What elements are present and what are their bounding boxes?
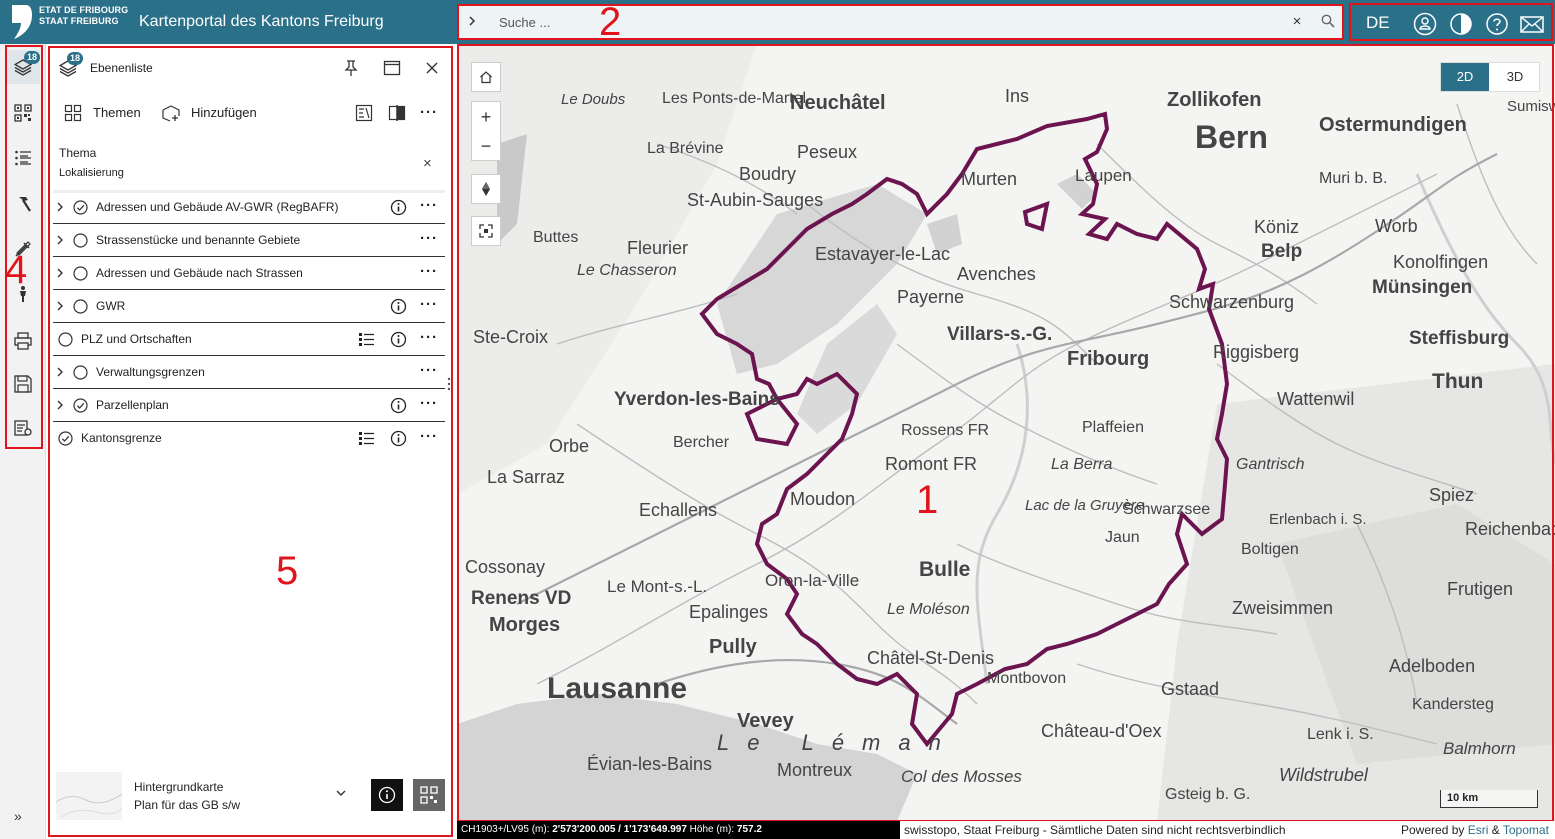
status-bar: CH1903+/LV95 (m): 2'573'200.005 / 1'173'… xyxy=(457,821,1555,839)
search-expand-icon[interactable] xyxy=(467,14,481,30)
rail-expand-button[interactable]: » xyxy=(14,808,22,824)
search-icon[interactable] xyxy=(1321,14,1335,28)
annotation-1: 1 xyxy=(916,478,939,522)
esri-link[interactable]: Esri xyxy=(1468,823,1489,837)
header-toolbar: DE xyxy=(1349,3,1553,41)
annotation-box-4 xyxy=(5,45,43,449)
mail-icon[interactable] xyxy=(1519,12,1545,36)
brand[interactable]: ETAT DE FRIBOURG STAAT FREIBURG Kartenpo… xyxy=(0,0,452,44)
annotation-2: 2 xyxy=(599,0,622,44)
panel-resize-handle[interactable] xyxy=(447,376,451,392)
powered-by: Powered by Esri & Topomat xyxy=(1401,823,1549,837)
height-label: Höhe (m): xyxy=(689,824,735,835)
coordinate-readout: CH1903+/LV95 (m): 2'573'200.005 / 1'173'… xyxy=(457,821,900,839)
annotation-box-5 xyxy=(48,46,453,837)
fribourg-logo-icon xyxy=(12,5,32,39)
app-header: ETAT DE FRIBOURG STAAT FREIBURG Kartenpo… xyxy=(0,0,1555,44)
attribution: swisstopo, Staat Freiburg - Sämtliche Da… xyxy=(904,823,1286,837)
language-selector[interactable]: DE xyxy=(1366,13,1390,33)
amp: & xyxy=(1491,823,1500,837)
powered-prefix: Powered by xyxy=(1401,823,1465,837)
user-icon[interactable] xyxy=(1413,12,1437,36)
help-icon[interactable] xyxy=(1485,12,1509,36)
annotation-box-1 xyxy=(457,44,1554,822)
org-name-fr: ETAT DE FRIBOURG xyxy=(39,5,129,15)
annotation-5: 5 xyxy=(276,549,299,593)
topomat-link[interactable]: Topomat xyxy=(1503,823,1549,837)
contrast-icon[interactable] xyxy=(1449,12,1473,36)
height-value: 757.2 xyxy=(736,824,762,835)
search-clear-button[interactable]: × xyxy=(1289,13,1305,31)
coord-value: 2'573'200.005 / 1'173'649.997 xyxy=(552,824,687,835)
app-title: Kartenportal des Kantons Freiburg xyxy=(139,13,384,30)
annotation-4: 4 xyxy=(5,248,28,292)
coord-label: CH1903+/LV95 (m): xyxy=(461,824,550,835)
org-name-de: STAAT FREIBURG xyxy=(39,16,119,26)
search-bar: × xyxy=(457,4,1344,40)
